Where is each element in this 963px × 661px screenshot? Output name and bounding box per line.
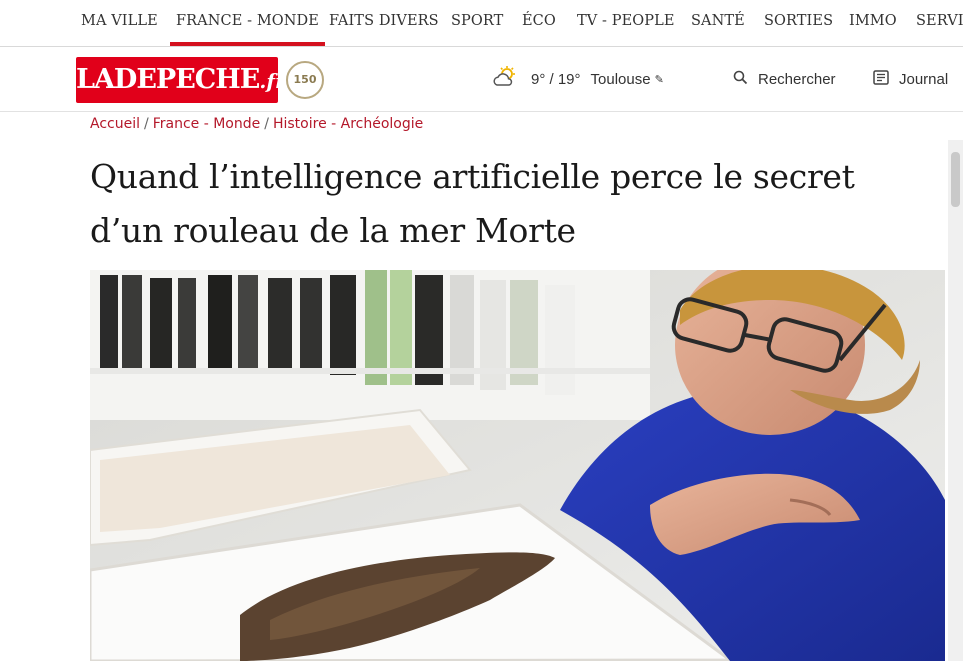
article-photo [90, 270, 945, 661]
weather-city: Toulouse [590, 70, 651, 88]
article-title: Quand l’intelligence artificielle perce … [90, 157, 855, 250]
breadcrumb-separator: / [264, 116, 269, 132]
nav-item-eco[interactable]: ÉCO [522, 0, 556, 46]
nav-item-sport[interactable]: SPORT [451, 0, 503, 46]
site-header: LADEPECHE.fr 150 9° / 19° Toulouse ✎ Rec… [0, 47, 963, 112]
nav-item-tv-people[interactable]: TV - PEOPLE [577, 0, 675, 46]
search-icon [733, 70, 748, 89]
anniversary-badge: 150 [286, 61, 324, 99]
journal-button[interactable]: Journal [873, 47, 948, 111]
nav-item-services[interactable]: SERVICES [916, 0, 963, 46]
weather-temperature: 9° / 19° [531, 70, 581, 88]
top-navigation: MA VILLE FRANCE - MONDE FAITS DIVERS SPO… [0, 0, 963, 47]
scrollbar-thumb[interactable] [951, 152, 960, 207]
search-label: Rechercher [758, 70, 836, 88]
partly-cloudy-icon [493, 66, 519, 92]
weather-widget[interactable]: 9° / 19° Toulouse ✎ [493, 47, 664, 111]
logo-wordmark: LADEPECHE [76, 64, 260, 95]
site-logo[interactable]: LADEPECHE.fr [76, 57, 286, 103]
article-photo-illustration [90, 270, 945, 661]
nav-item-france-monde[interactable]: FRANCE - MONDE [170, 0, 325, 46]
breadcrumb-item-histoire-archeologie[interactable]: Histoire - Archéologie [273, 116, 423, 132]
nav-item-faits-divers[interactable]: FAITS DIVERS [329, 0, 439, 46]
page-scrollbar[interactable] [948, 140, 963, 661]
breadcrumb-item-accueil[interactable]: Accueil [90, 116, 140, 132]
nav-item-sorties[interactable]: SORTIES [764, 0, 833, 46]
logo-suffix: .fr [259, 69, 286, 93]
nav-item-ma-ville[interactable]: MA VILLE [81, 0, 158, 46]
breadcrumb-item-france-monde[interactable]: France - Monde [153, 116, 261, 132]
journal-label: Journal [899, 70, 949, 88]
search-button[interactable]: Rechercher [733, 47, 836, 111]
newspaper-icon [873, 69, 889, 89]
nav-item-immo[interactable]: IMMO [849, 0, 897, 46]
breadcrumb: Accueil / France - Monde / Histoire - Archéo… [90, 113, 423, 135]
nav-item-sante[interactable]: SANTÉ [691, 0, 745, 46]
edit-pencil-icon[interactable]: ✎ [655, 73, 664, 86]
breadcrumb-separator: / [144, 116, 149, 132]
